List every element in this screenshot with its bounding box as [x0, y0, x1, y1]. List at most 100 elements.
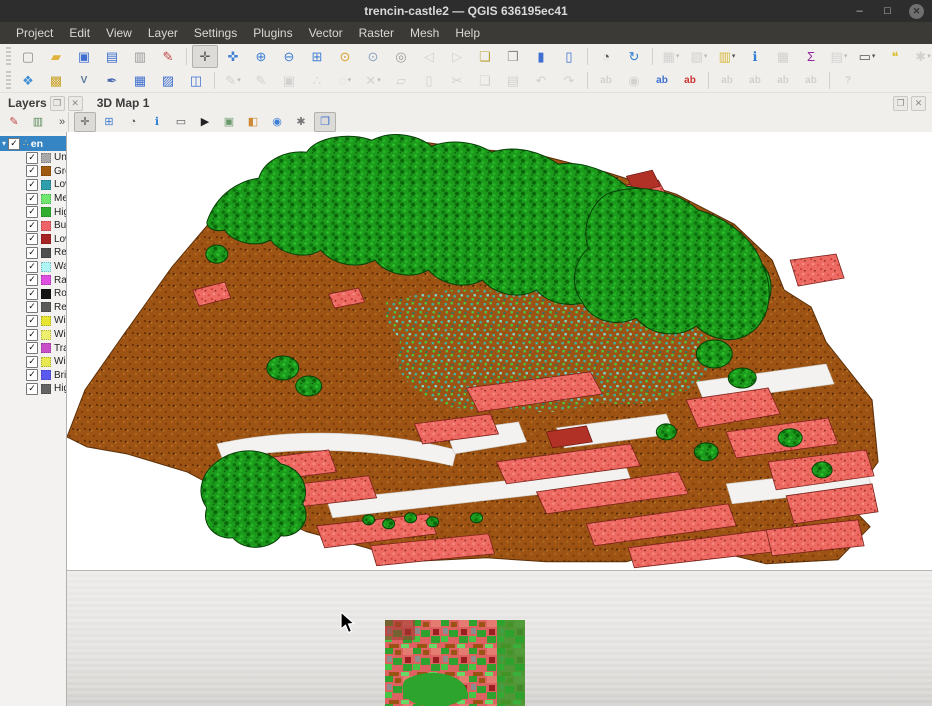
measurement-line-icon[interactable]: ▭	[170, 112, 192, 132]
menu-layer[interactable]: Layer	[140, 22, 186, 44]
layer-item-pointcloud[interactable]: ▾✓∴en	[0, 136, 66, 151]
class-checkbox[interactable]: ✓	[26, 247, 38, 259]
classification-item[interactable]: ✓Wire-structure Connector	[0, 355, 66, 369]
classification-item[interactable]: ✓Low Point	[0, 233, 66, 247]
new-shapefile-layer-icon[interactable]: V	[71, 69, 97, 92]
identify-3d-icon[interactable]: ℹ	[146, 112, 168, 132]
classification-item[interactable]: ✓Low Vegetation	[0, 178, 66, 192]
toolbar-drag-handle[interactable]	[6, 71, 11, 89]
open-project-icon[interactable]: ▰	[43, 45, 69, 68]
close-button[interactable]: ✕	[909, 4, 924, 19]
menu-raster[interactable]: Raster	[351, 22, 402, 44]
class-checkbox[interactable]: ✓	[26, 165, 38, 177]
menu-settings[interactable]: Settings	[186, 22, 245, 44]
menu-edit[interactable]: Edit	[61, 22, 98, 44]
classification-item[interactable]: ✓High Noise	[0, 382, 66, 396]
zoom-native-icon[interactable]: ◎	[388, 45, 414, 68]
float-3d-panel-icon[interactable]: ❐	[893, 96, 908, 111]
save-as-image-icon[interactable]: ▣	[218, 112, 240, 132]
zoom-in-icon[interactable]: ⊕	[248, 45, 274, 68]
close-3d-panel-icon[interactable]: ✕	[911, 96, 926, 111]
refresh-map-icon[interactable]: ↻	[621, 45, 647, 68]
new-project-icon[interactable]: ▢	[15, 45, 41, 68]
add-circular-string-dropdown-arrow[interactable]: ▾	[348, 76, 352, 84]
zoom-to-layer-icon[interactable]: ⊙	[360, 45, 386, 68]
close-layers-panel-icon[interactable]: ✕	[68, 96, 83, 111]
class-checkbox[interactable]: ✓	[26, 329, 38, 341]
toolbar-drag-handle[interactable]	[6, 47, 11, 65]
classification-item[interactable]: ✓Transmission Tower	[0, 341, 66, 355]
classification-item[interactable]: ✓Medium Vegetation	[0, 192, 66, 206]
map-tips-icon[interactable]: ❝	[882, 45, 908, 68]
class-checkbox[interactable]: ✓	[26, 233, 38, 245]
data-source-manager-icon[interactable]: ❖	[15, 69, 41, 92]
statistical-summary-icon[interactable]: Σ	[798, 45, 824, 68]
class-checkbox[interactable]: ✓	[26, 179, 38, 191]
class-checkbox[interactable]: ✓	[26, 356, 38, 368]
dock-3d-view-icon[interactable]: ❐	[314, 112, 336, 132]
3d-map-view[interactable]	[67, 132, 932, 570]
float-layers-panel-icon[interactable]: ❐	[50, 96, 65, 111]
class-checkbox[interactable]: ✓	[26, 274, 38, 286]
configure-3d-icon[interactable]: ✱	[290, 112, 312, 132]
zoom-to-selection-icon[interactable]: ⊙	[332, 45, 358, 68]
classification-item[interactable]: ✓Ground	[0, 165, 66, 179]
classification-item[interactable]: ✓Road Surface	[0, 287, 66, 301]
pan-map-icon[interactable]: ✛	[192, 45, 218, 68]
camera-view-options-icon[interactable]: ◉	[266, 112, 288, 132]
identify-features-icon[interactable]: ℹ	[742, 45, 768, 68]
open-attribute-table-dropdown-arrow[interactable]: ▾	[844, 52, 848, 60]
new-print-layout-icon[interactable]: ❏	[472, 45, 498, 68]
classification-item[interactable]: ✓Water	[0, 260, 66, 274]
layout-manager-icon[interactable]: ❐	[500, 45, 526, 68]
class-checkbox[interactable]: ✓	[26, 220, 38, 232]
current-edits-dropdown-arrow[interactable]: ▾	[237, 76, 241, 84]
classification-item[interactable]: ✓Wire - Conductor	[0, 328, 66, 342]
filter-legend-icon[interactable]: ▥	[27, 112, 49, 132]
vertex-tool-dropdown-arrow[interactable]: ▾	[377, 76, 381, 84]
class-checkbox[interactable]: ✓	[26, 206, 38, 218]
camera-pan-icon[interactable]: ✛	[74, 112, 96, 132]
pan-to-selection-icon[interactable]: ✜	[220, 45, 246, 68]
layer-checkbox[interactable]: ✓	[8, 138, 20, 150]
new-spatial-bookmark-icon[interactable]: ▮	[528, 45, 554, 68]
classification-item[interactable]: ✓Bridge Deck	[0, 369, 66, 383]
new-virtual-layer-icon[interactable]: ◫	[183, 69, 209, 92]
class-checkbox[interactable]: ✓	[26, 193, 38, 205]
class-checkbox[interactable]: ✓	[26, 301, 38, 313]
new-spatialite-layer-icon[interactable]: ▦	[127, 69, 153, 92]
measure-dropdown-arrow[interactable]: ▾	[872, 52, 876, 60]
open-layer-styling-icon[interactable]: ✎	[3, 112, 25, 132]
classification-item[interactable]: ✓Building	[0, 219, 66, 233]
new-report-icon[interactable]: ▥	[127, 45, 153, 68]
maximize-button[interactable]: □	[881, 6, 894, 17]
zoom-out-icon[interactable]: ⊖	[276, 45, 302, 68]
locator-options-dropdown-arrow[interactable]: ▾	[927, 52, 931, 60]
show-bookmarks-icon[interactable]: ▯	[556, 45, 582, 68]
minimize-button[interactable]: –	[853, 6, 866, 17]
zoom-full-3d-icon[interactable]: ⊞	[98, 112, 120, 132]
layer-diagram-options-icon[interactable]: ab	[677, 69, 703, 92]
zoom-full-icon[interactable]: ⊞	[304, 45, 330, 68]
new-geopackage-layer-icon[interactable]: ▩	[43, 69, 69, 92]
classification-item[interactable]: ✓Unclassified	[0, 151, 66, 165]
new-temporary-scratch-layer-icon[interactable]: ✒	[99, 69, 125, 92]
class-checkbox[interactable]: ✓	[26, 369, 38, 381]
class-checkbox[interactable]: ✓	[26, 261, 38, 273]
new-mesh-layer-icon[interactable]: ▨	[155, 69, 181, 92]
menu-mesh[interactable]: Mesh	[402, 22, 447, 44]
class-checkbox[interactable]: ✓	[26, 383, 38, 395]
classification-item[interactable]: ✓Reserved	[0, 246, 66, 260]
select-by-value-icon[interactable]: ▥▾	[714, 45, 740, 68]
temporal-controller-icon[interactable]: ◔	[593, 45, 619, 68]
select-features-dropdown-arrow[interactable]: ▾	[676, 52, 680, 60]
menu-help[interactable]: Help	[447, 22, 488, 44]
menu-project[interactable]: Project	[8, 22, 61, 44]
classification-item[interactable]: ✓High Vegetation	[0, 205, 66, 219]
select-by-value-dropdown-arrow[interactable]: ▾	[732, 52, 736, 60]
class-checkbox[interactable]: ✓	[26, 152, 38, 164]
export-3d-scene-icon[interactable]: ◧	[242, 112, 264, 132]
highlight-pinned-labels-icon[interactable]: ab	[649, 69, 675, 92]
navigation-widget-icon[interactable]: ◔	[122, 112, 144, 132]
expand-arrow-icon[interactable]: ▾	[2, 139, 6, 148]
